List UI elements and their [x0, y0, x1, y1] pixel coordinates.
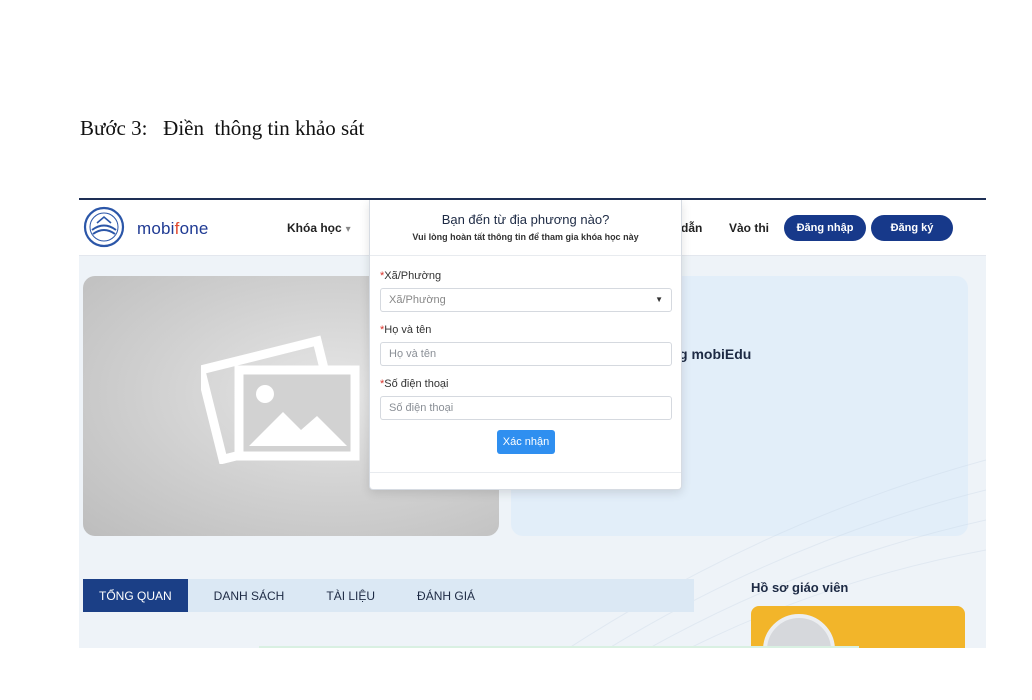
register-button[interactable]: Đăng ký — [871, 215, 953, 241]
full-name-label: *Họ và tên — [380, 324, 431, 336]
tab-documents[interactable]: TÀI LIỆU — [310, 579, 391, 612]
course-title: g mobiEdu — [679, 346, 752, 362]
content-strip — [259, 646, 859, 648]
brand-text-prefix: mobi — [137, 219, 175, 238]
ward-select[interactable]: Xã/Phường ▼ — [380, 288, 672, 312]
modal-subtitle: Vui lòng hoàn tất thông tin để tham gia … — [412, 232, 639, 242]
modal-header: Bạn đến từ địa phương nào? Vui lòng hoàn… — [370, 200, 681, 256]
ward-label: *Xã/Phường — [380, 270, 441, 282]
nav-courses-label: Khóa học — [287, 221, 342, 235]
nav-courses[interactable]: Khóa học ▾ — [287, 221, 351, 235]
modal-footer-divider — [370, 472, 681, 473]
nav-exam[interactable]: Vào thi — [729, 221, 769, 235]
confirm-button[interactable]: Xác nhận — [497, 430, 555, 454]
chevron-down-icon: ▾ — [345, 224, 351, 235]
tab-overview[interactable]: TỔNG QUAN — [83, 579, 188, 612]
screenshot-frame: mobifone Khóa học ▾ dẫn Vào thi Đăng nhập… — [79, 198, 986, 648]
brand-text-suffix: one — [179, 219, 209, 238]
ward-select-value: Xã/Phường — [389, 294, 446, 306]
login-button[interactable]: Đăng nhập — [784, 215, 866, 241]
dropdown-arrow-icon: ▼ — [655, 295, 663, 304]
ward-label-text: Xã/Phường — [384, 270, 442, 282]
full-name-input[interactable] — [380, 342, 672, 366]
image-placeholder-icon — [201, 335, 360, 464]
teacher-profile-title: Hồ sơ giáo viên — [751, 580, 849, 595]
nav-guide[interactable]: dẫn — [681, 221, 702, 235]
ministry-logo-icon[interactable] — [83, 206, 125, 248]
tab-reviews[interactable]: ĐÁNH GIÁ — [401, 579, 491, 612]
survey-modal: Bạn đến từ địa phương nào? Vui lòng hoàn… — [369, 200, 682, 490]
phone-label-text: Số điện thoại — [384, 378, 449, 390]
phone-input[interactable] — [380, 396, 672, 420]
document-heading: Bước 3: Điền thông tin khảo sát — [80, 116, 365, 140]
full-name-label-text: Họ và tên — [384, 324, 432, 336]
phone-label: *Số điện thoại — [380, 378, 449, 390]
course-tabs: TỔNG QUAN DANH SÁCH TÀI LIỆU ĐÁNH GIÁ — [83, 579, 694, 612]
mobifone-logo[interactable]: mobifone — [137, 219, 209, 239]
tab-list[interactable]: DANH SÁCH — [198, 579, 301, 612]
modal-title: Bạn đến từ địa phương nào? — [441, 212, 610, 227]
